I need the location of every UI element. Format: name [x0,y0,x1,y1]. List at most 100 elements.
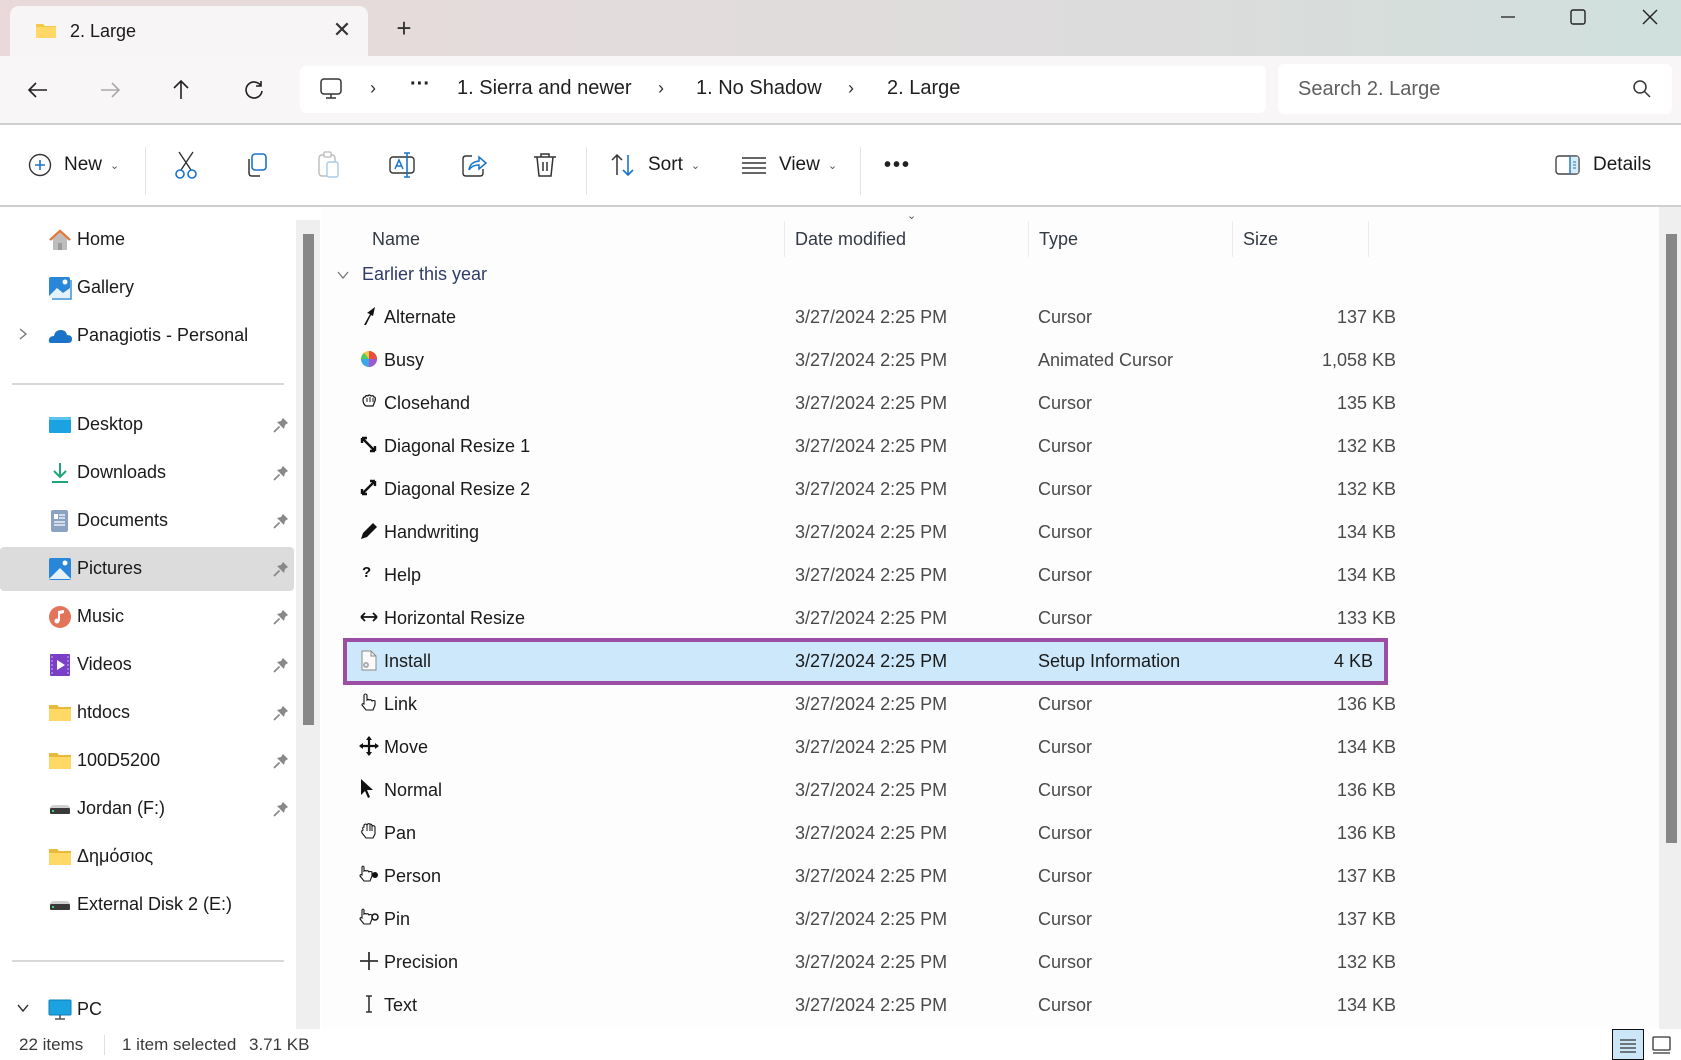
arrow-up-icon [173,79,189,99]
chevron-right-icon[interactable]: › [848,78,854,99]
file-row[interactable]: ? Help 3/27/2024 2:25 PM Cursor 134 KB [346,554,1681,597]
breadcrumb-item[interactable]: 1. Sierra and newer [457,77,632,100]
sidebar-item-home[interactable]: Home [0,218,296,262]
sort-button[interactable]: Sort ⌄ [610,145,700,185]
column-header-date[interactable]: Date modified [785,221,1028,257]
paste-button[interactable] [316,145,342,185]
new-button[interactable]: New ⌄ [28,145,119,185]
file-list-scrollbar-track[interactable] [1659,207,1681,1029]
chevron-down-icon[interactable] [336,268,350,282]
up-button[interactable] [161,70,201,110]
pin-icon[interactable] [272,752,290,770]
forward-button[interactable] [90,70,130,110]
sidebar-scrollbar[interactable] [296,220,320,1029]
chevron-right-icon[interactable] [16,327,30,341]
sidebar-item-onedrive[interactable]: Panagiotis - Personal [0,314,296,358]
file-row[interactable]: Move 3/27/2024 2:25 PM Cursor 134 KB [346,726,1681,769]
file-row[interactable]: Normal 3/27/2024 2:25 PM Cursor 136 KB [346,769,1681,812]
details-pane-button[interactable]: Details [1555,145,1651,185]
file-row[interactable]: Person 3/27/2024 2:25 PM Cursor 137 KB [346,855,1681,898]
column-divider[interactable] [1368,221,1369,257]
column-header-type[interactable]: Type [1029,221,1232,257]
chevron-right-icon[interactable]: › [370,78,376,99]
sidebar-item-jordan-f[interactable]: Jordan (F:) [0,787,296,831]
sidebar-item-videos[interactable]: Videos [0,643,296,687]
column-header-size[interactable]: Size [1233,221,1368,257]
breadcrumb-item-current[interactable]: 2. Large [887,77,960,100]
details-view-button[interactable] [1612,1029,1644,1060]
file-date: 3/27/2024 2:25 PM [795,479,948,499]
breadcrumb[interactable]: › ··· 1. Sierra and newer › 1. No Shadow… [300,66,1266,113]
refresh-button[interactable] [234,70,274,110]
sidebar-item-label: 100D5200 [77,750,161,770]
file-list-scrollbar-thumb[interactable] [1666,234,1677,843]
navigation-pane: Home Gallery Panagiotis - Personal Deskt… [0,207,320,1032]
more-options-button[interactable]: ••• [884,145,911,185]
copy-button[interactable] [244,145,270,185]
file-row[interactable]: Handwriting 3/27/2024 2:25 PM Cursor 134 KB [346,511,1681,554]
large-icons-view-button[interactable] [1646,1029,1678,1060]
sidebar-item-label: Downloads [77,462,167,482]
file-row[interactable]: Link 3/27/2024 2:25 PM Cursor 136 KB [346,683,1681,726]
chevron-right-icon[interactable]: › [658,78,664,99]
share-button[interactable] [460,145,488,185]
pin-icon[interactable] [272,560,290,578]
sidebar-item-music[interactable]: Music [0,595,296,639]
pin-icon[interactable] [272,800,290,818]
new-tab-button[interactable]: + [390,14,418,42]
alternate-cursor-icon [364,307,375,325]
sidebar-item-desktop[interactable]: Desktop [0,403,296,447]
pin-icon[interactable] [272,656,290,674]
file-row[interactable]: Busy 3/27/2024 2:25 PM Animated Cursor 1,05… [346,339,1681,382]
minimize-button[interactable] [1478,2,1538,32]
breadcrumb-overflow[interactable]: ··· [410,73,430,96]
search-box[interactable] [1278,64,1672,114]
chevron-down-icon[interactable] [16,1001,30,1015]
tab-active[interactable]: 2. Large ✕ [10,6,368,56]
sidebar-item-δημόσιος[interactable]: Δημόσιος [0,835,296,879]
pin-icon[interactable] [272,512,290,530]
file-row[interactable]: Diagonal Resize 1 3/27/2024 2:25 PM Cursor… [346,425,1681,468]
file-row[interactable]: Closehand 3/27/2024 2:25 PM Cursor 135 KB [346,382,1681,425]
command-bar: New ⌄ Sort ⌄ View ⌄ ••• Details [0,125,1681,206]
copy-icon [248,153,267,177]
sidebar-item-pictures[interactable]: Pictures [0,547,294,591]
title-bar: 2. Large ✕ + [0,0,1681,56]
breadcrumb-item[interactable]: 1. No Shadow [696,77,822,100]
file-row[interactable]: Horizontal Resize 3/27/2024 2:25 PM Cursor… [346,597,1681,640]
sidebar-item-pc[interactable]: PC [0,988,296,1032]
sidebar-item-downloads[interactable]: Downloads [0,451,296,495]
column-header-name[interactable]: Name [322,221,784,257]
close-window-button[interactable] [1620,2,1680,32]
tab-close-button[interactable]: ✕ [328,16,356,44]
file-row[interactable]: Text 3/27/2024 2:25 PM Cursor 134 KB [346,984,1681,1027]
pin-icon[interactable] [272,464,290,482]
group-header[interactable]: Earlier this year [336,264,487,285]
delete-button[interactable] [532,145,558,185]
file-row[interactable]: Pin 3/27/2024 2:25 PM Cursor 137 KB [346,898,1681,941]
maximize-button[interactable] [1548,2,1608,32]
pin-icon[interactable] [272,704,290,722]
onedrive-icon [48,330,72,343]
file-row[interactable]: Alternate 3/27/2024 2:25 PM Cursor 137 KB [346,296,1681,339]
sidebar-item-documents[interactable]: Documents [0,499,296,543]
pin-icon[interactable] [272,608,290,626]
sidebar-item-gallery[interactable]: Gallery [0,266,296,310]
view-button[interactable]: View ⌄ [741,145,837,185]
file-row[interactable]: Diagonal Resize 2 3/27/2024 2:25 PM Cursor… [346,468,1681,511]
sidebar-item-100d5200[interactable]: 100D5200 [0,739,296,783]
file-row[interactable]: Pan 3/27/2024 2:25 PM Cursor 136 KB [346,812,1681,855]
pin-icon[interactable] [272,416,290,434]
sidebar-item-htdocs[interactable]: htdocs [0,691,296,735]
file-row-selected[interactable]: Install 3/27/2024 2:25 PM Setup Informatio… [343,638,1388,685]
search-input[interactable] [1298,74,1618,104]
sidebar-item-external-disk-2-e[interactable]: External Disk 2 (E:) [0,883,296,927]
search-icon[interactable] [1632,79,1652,99]
back-button[interactable] [18,70,58,110]
navigation-bar: › ··· 1. Sierra and newer › 1. No Shadow… [0,56,1681,124]
downloads-icon [52,463,68,483]
file-row[interactable]: Precision 3/27/2024 2:25 PM Cursor 132 KB [346,941,1681,984]
sidebar-scrollbar-thumb[interactable] [303,234,314,725]
rename-button[interactable] [388,145,416,185]
cut-button[interactable] [173,145,199,185]
